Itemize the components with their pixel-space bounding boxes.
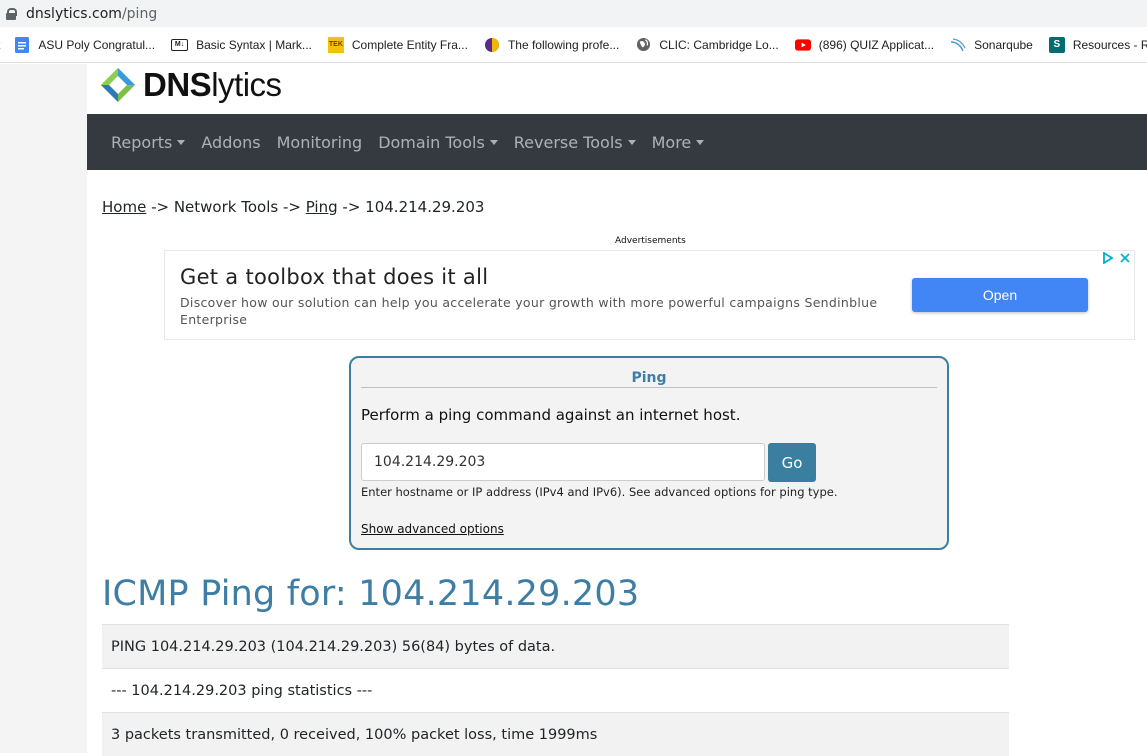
- bookmark-label: The following profe...: [508, 38, 619, 52]
- bookmark-item[interactable]: Sonarqube: [950, 37, 1033, 53]
- table-row: PING 104.214.29.203 (104.214.29.203) 56(…: [102, 624, 1009, 668]
- bookmark-label: ASU Poly Congratul...: [38, 38, 155, 52]
- tek-icon: TEK: [328, 37, 344, 53]
- bookmark-label: Sonarqube: [974, 38, 1033, 52]
- bookmark-item[interactable]: S Resources - Reso: [1049, 37, 1147, 53]
- youtube-icon: [795, 37, 811, 53]
- url-path: /ping: [122, 6, 157, 22]
- adchoices-icon[interactable]: [1102, 252, 1114, 264]
- close-icon[interactable]: [1120, 253, 1130, 263]
- nav-reverse-tools[interactable]: Reverse Tools: [506, 133, 644, 152]
- markdown-icon: M↓: [171, 39, 188, 51]
- nav-more[interactable]: More: [644, 133, 713, 152]
- caret-down-icon: [490, 140, 498, 145]
- sharepoint-icon: S: [1049, 37, 1065, 53]
- dnslytics-logo-icon: [101, 68, 135, 102]
- bookmark-label: Complete Entity Fra...: [352, 38, 468, 52]
- nav-addons[interactable]: Addons: [193, 133, 268, 152]
- breadcrumb-separator: ->: [338, 198, 366, 216]
- table-row: 3 packets transmitted, 0 received, 100% …: [102, 712, 1009, 756]
- table-row: --- 104.214.29.203 ping statistics ---: [102, 668, 1009, 712]
- advertisement-banner[interactable]: Get a toolbox that does it all Discover …: [164, 250, 1135, 340]
- circle-icon: [484, 37, 500, 53]
- site-logo[interactable]: DNSlytics: [101, 66, 282, 104]
- bookmark-item[interactable]: ASU Poly Congratul...: [14, 37, 155, 53]
- logo-text: DNSlytics: [143, 66, 282, 104]
- show-advanced-options-link[interactable]: Show advanced options: [361, 522, 504, 536]
- adchoices: [1102, 252, 1130, 264]
- bookmark-item[interactable]: M↓ Basic Syntax | Mark...: [171, 38, 312, 52]
- input-help-text: Enter hostname or IP address (IPv4 and I…: [361, 485, 838, 499]
- docs-icon: [14, 37, 30, 53]
- ad-description: Discover how our solution can help you a…: [180, 294, 900, 328]
- bookmark-item[interactable]: TEK Complete Entity Fra...: [328, 37, 468, 53]
- host-input[interactable]: [361, 443, 765, 481]
- globe-icon: [635, 37, 651, 53]
- go-button[interactable]: Go: [768, 443, 816, 482]
- bookmark-item[interactable]: The following profe...: [484, 37, 619, 53]
- bookmark-label: CLIC: Cambridge Lo...: [659, 38, 778, 52]
- nav-reports[interactable]: Reports: [103, 133, 193, 152]
- breadcrumb-ping-link[interactable]: Ping: [306, 198, 338, 216]
- url-host: dnslytics.com: [26, 6, 122, 22]
- main-navbar: Reports Addons Monitoring Domain Tools R…: [87, 114, 1147, 170]
- result-title: ICMP Ping for: 104.214.29.203: [102, 574, 639, 614]
- bookmark-label: Basic Syntax | Mark...: [196, 38, 312, 52]
- result-line: 3 packets transmitted, 0 received, 100% …: [111, 727, 597, 743]
- ad-open-button[interactable]: Open: [912, 278, 1088, 312]
- bookmark-item[interactable]: (896) QUIZ Applicat...: [795, 37, 934, 53]
- bookmark-label: Resources - Reso: [1073, 38, 1147, 52]
- caret-down-icon: [177, 140, 185, 145]
- breadcrumb-network-tools: Network Tools: [174, 198, 278, 216]
- caret-down-icon: [696, 140, 704, 145]
- ad-title: Get a toolbox that does it all: [180, 265, 488, 289]
- breadcrumb: Home -> Network Tools -> Ping -> 104.214…: [102, 198, 484, 216]
- bookmarks-bar: t ASU Poly Congratul... M↓ Basic Syntax …: [0, 27, 1147, 63]
- breadcrumb-separator: ->: [146, 198, 174, 216]
- bookmark-item[interactable]: CLIC: Cambridge Lo...: [635, 37, 778, 53]
- result-line: --- 104.214.29.203 ping statistics ---: [111, 683, 372, 699]
- sonar-icon: [950, 37, 966, 53]
- ads-label: Advertisements: [615, 236, 686, 246]
- address-bar[interactable]: dnslytics.com/ping: [0, 0, 1147, 27]
- breadcrumb-current: 104.214.29.203: [365, 198, 484, 216]
- nav-domain-tools[interactable]: Domain Tools: [370, 133, 506, 152]
- bookmark-label: (896) QUIZ Applicat...: [819, 38, 934, 52]
- caret-down-icon: [628, 140, 636, 145]
- breadcrumb-home-link[interactable]: Home: [102, 198, 146, 216]
- ping-panel-title: Ping: [361, 370, 937, 388]
- lock-icon: [6, 8, 16, 20]
- result-line: PING 104.214.29.203 (104.214.29.203) 56(…: [111, 639, 555, 655]
- breadcrumb-separator: ->: [278, 198, 306, 216]
- page-gutter: [0, 64, 87, 753]
- ping-tool-panel: Ping Perform a ping command against an i…: [349, 356, 949, 550]
- ping-results-table: PING 104.214.29.203 (104.214.29.203) 56(…: [102, 624, 1009, 756]
- nav-monitoring[interactable]: Monitoring: [269, 133, 371, 152]
- ping-description: Perform a ping command against an intern…: [361, 406, 740, 424]
